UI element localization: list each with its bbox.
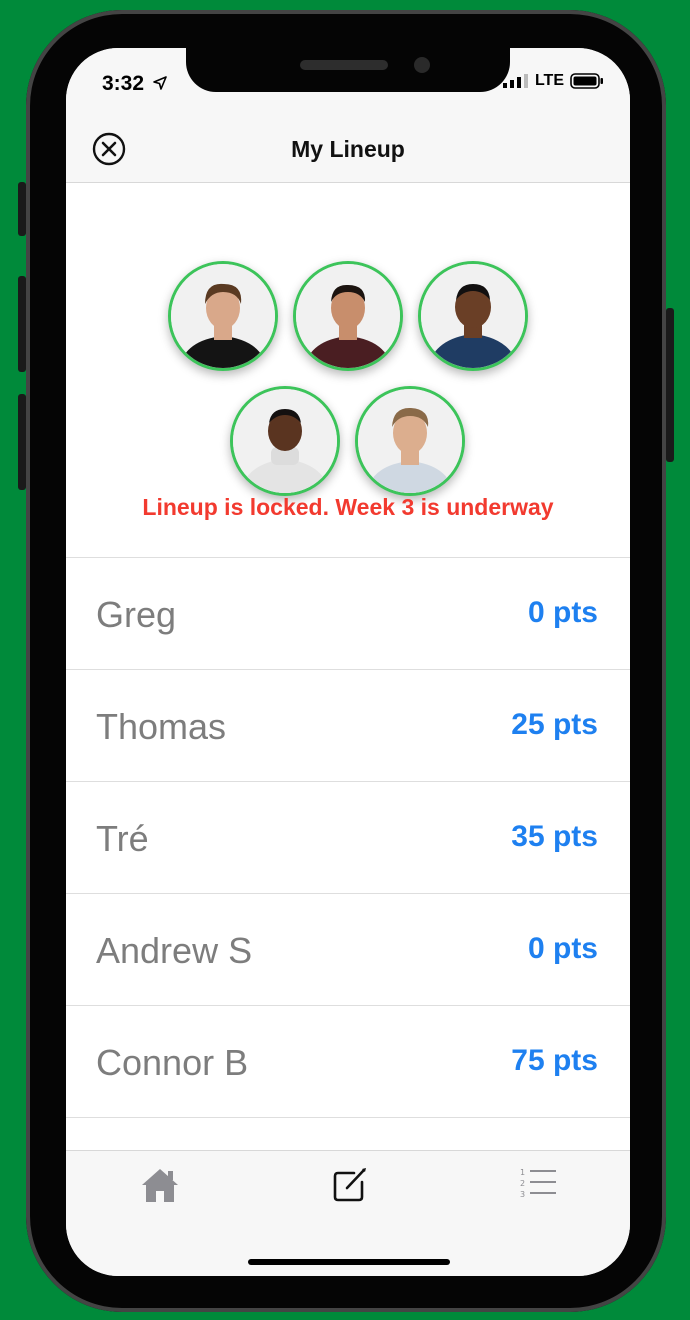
person-photo-icon — [358, 389, 462, 493]
contestant-name: Thomas — [96, 706, 227, 747]
network-label: LTE — [534, 72, 564, 89]
contestant-name: Greg — [96, 594, 177, 635]
status-time: 3:32 — [102, 72, 167, 96]
person-photo-icon — [233, 389, 337, 493]
avatar-andrew-s[interactable] — [230, 386, 340, 496]
contestant-points: 0 pts — [527, 596, 598, 629]
battery-icon — [570, 73, 603, 89]
list-item[interactable]: Tré 35 pts — [66, 782, 630, 894]
status-indicators: LTE — [502, 72, 604, 90]
notch — [186, 48, 510, 92]
page-title: My Lineup — [291, 136, 405, 162]
avatar-tre[interactable] — [418, 261, 528, 371]
nav-bar: My Lineup — [66, 108, 630, 183]
contestant-name: Tré — [96, 818, 149, 859]
compose-icon — [333, 1168, 366, 1202]
volume-up-button — [18, 276, 26, 372]
avatar-greg[interactable] — [168, 261, 278, 371]
contestant-points: 25 pts — [511, 708, 598, 741]
lineup-avatars — [66, 183, 630, 496]
contestant-name: Connor B — [96, 1042, 249, 1083]
svg-text:2: 2 — [520, 1179, 525, 1188]
svg-text:3: 3 — [520, 1190, 525, 1199]
contestant-points: 35 pts — [511, 820, 598, 853]
avatar-thomas[interactable] — [293, 261, 403, 371]
avatar-connor-b[interactable] — [355, 386, 465, 496]
tab-home[interactable] — [138, 1165, 182, 1205]
home-icon — [142, 1169, 178, 1202]
home-indicator[interactable] — [248, 1259, 450, 1265]
person-photo-icon — [421, 264, 525, 368]
person-photo-icon — [171, 264, 275, 368]
contestant-name: Andrew S — [96, 930, 253, 971]
app-screen: 3:32 LTE My Lineup Lineup is locked. Wee… — [66, 48, 630, 1276]
svg-text:1: 1 — [520, 1168, 525, 1177]
silent-switch — [18, 182, 26, 236]
speaker-grille — [300, 60, 388, 70]
tab-leaderboard[interactable]: 1 2 3 — [516, 1165, 560, 1205]
power-button — [666, 308, 674, 462]
contestant-points: 75 pts — [511, 1044, 598, 1077]
numbered-list-icon: 1 2 3 — [520, 1168, 556, 1199]
lineup-locked-message: Lineup is locked. Week 3 is underway — [142, 494, 554, 520]
contestant-points: 0 pts — [527, 932, 598, 965]
list-item[interactable]: Andrew S 0 pts — [66, 894, 630, 1006]
lineup-list: Greg 0 pts Thomas 25 pts Tré 35 pts Andr… — [66, 557, 630, 1118]
location-arrow-icon — [153, 76, 167, 90]
volume-down-button — [18, 394, 26, 490]
tab-lineup[interactable] — [328, 1165, 372, 1205]
tab-bar: 1 2 3 — [66, 1150, 630, 1276]
signal-icon — [502, 74, 528, 88]
person-photo-icon — [296, 264, 400, 368]
list-item[interactable]: Greg 0 pts — [66, 558, 630, 670]
front-camera — [414, 57, 430, 73]
list-item[interactable]: Thomas 25 pts — [66, 670, 630, 782]
list-item[interactable]: Connor B 75 pts — [66, 1006, 630, 1118]
